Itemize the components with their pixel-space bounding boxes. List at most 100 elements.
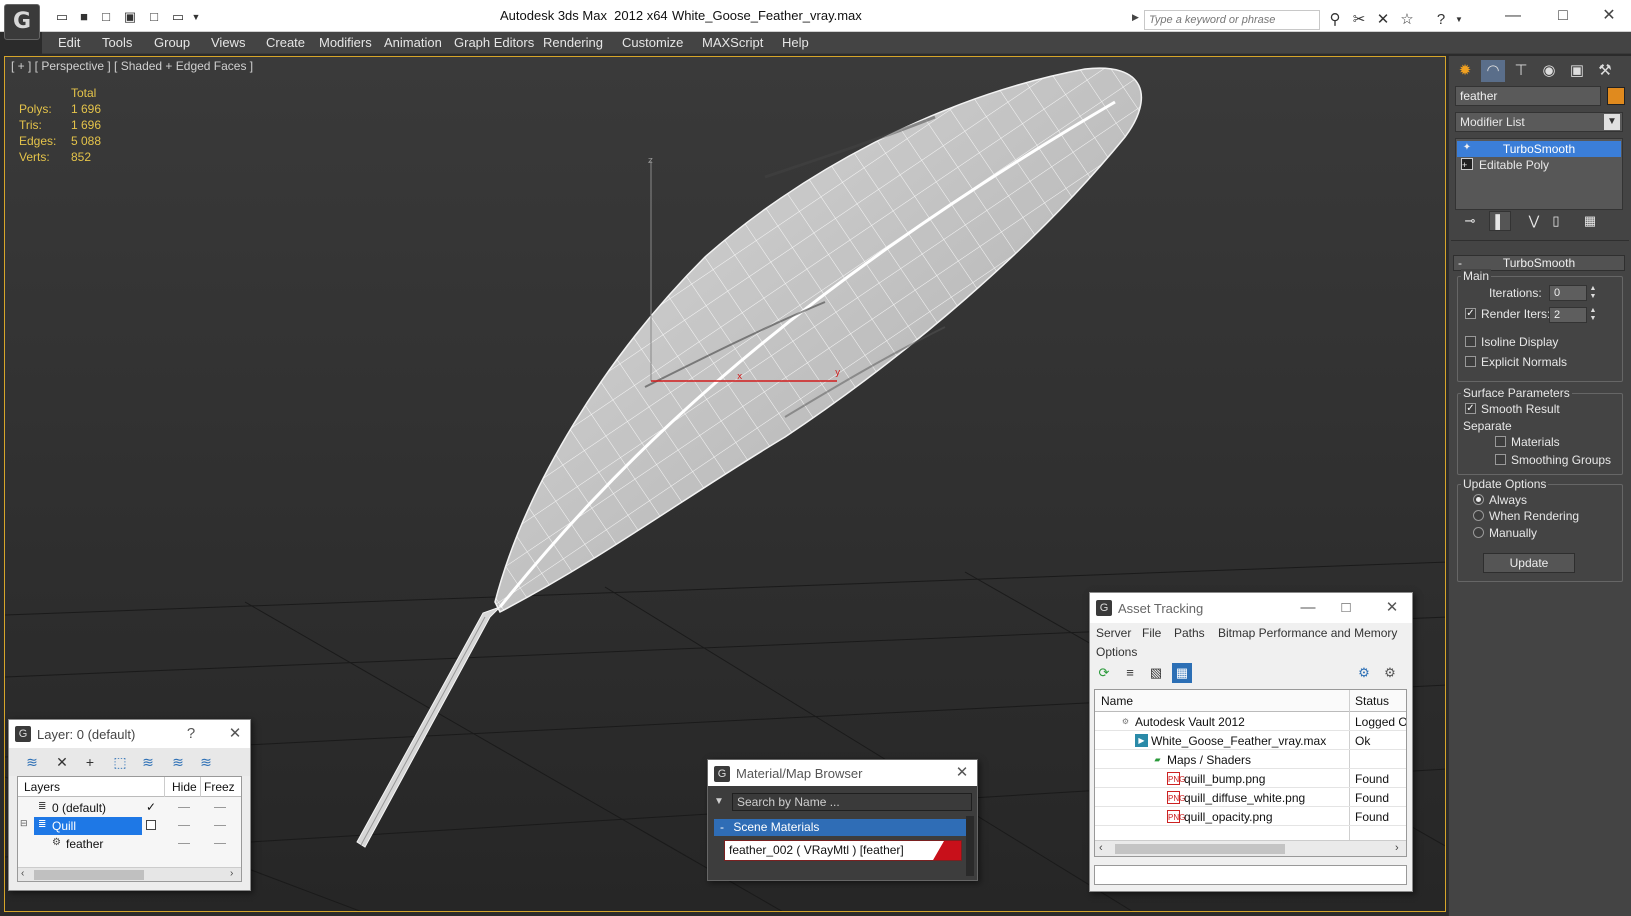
smooth-result-checkbox[interactable]: ✓: [1465, 403, 1476, 414]
app-logo-icon[interactable]: G: [4, 4, 40, 40]
motion-tab-icon[interactable]: ◉: [1537, 60, 1561, 82]
menu-tools[interactable]: Tools: [102, 35, 132, 50]
menu-maxscript[interactable]: MAXScript: [702, 35, 763, 50]
scrollbar-thumb[interactable]: [34, 870, 144, 880]
asset-tracking-titlebar[interactable]: G Asset Tracking — □ ✕: [1090, 593, 1412, 623]
scroll-right-icon[interactable]: ›: [1395, 842, 1399, 854]
always-radio[interactable]: [1473, 494, 1484, 505]
iterations-spinner[interactable]: 0: [1549, 285, 1587, 301]
object-color-swatch[interactable]: [1607, 87, 1625, 105]
scroll-left-icon[interactable]: ‹: [1099, 842, 1103, 854]
material-item[interactable]: feather_002 ( VRayMtl ) [feather]: [724, 840, 962, 861]
remove-modifier-icon[interactable]: ▯: [1545, 211, 1567, 231]
create-tab-icon[interactable]: ✹: [1453, 60, 1477, 82]
scrollbar-thumb[interactable]: [1115, 844, 1285, 854]
create-layer-icon[interactable]: ≋: [21, 752, 43, 772]
menu-group[interactable]: Group: [154, 35, 190, 50]
asset-row-vault[interactable]: ⚙ Autodesk Vault 2012 Logged Ou: [1095, 712, 1406, 731]
menu-options[interactable]: Options: [1096, 645, 1137, 659]
thumbnail-view-icon[interactable]: ▧: [1146, 663, 1166, 683]
column-status[interactable]: Status: [1355, 694, 1389, 708]
search-expand-icon[interactable]: ▶: [1132, 12, 1139, 23]
stack-item-editable-poly[interactable]: + Editable Poly: [1457, 157, 1621, 173]
asset-row-quill-bump[interactable]: PNG quill_bump.png Found: [1095, 769, 1406, 788]
scroll-right-icon[interactable]: ›: [230, 868, 233, 879]
help-dropdown-icon[interactable]: ▼: [1448, 10, 1470, 30]
menu-edit[interactable]: Edit: [58, 35, 80, 50]
menu-server[interactable]: Server: [1096, 626, 1131, 640]
close-icon[interactable]: ✕: [1380, 598, 1404, 618]
exchange-icon[interactable]: ✕: [1372, 10, 1394, 30]
explicit-normals-checkbox[interactable]: [1465, 356, 1476, 367]
new-scene-icon[interactable]: □: [96, 8, 116, 26]
object-name-field[interactable]: feather: [1455, 86, 1601, 106]
render-iters-spinner[interactable]: 2: [1549, 307, 1587, 323]
modifier-list-dropdown[interactable]: Modifier List ▼: [1455, 112, 1623, 132]
maximize-icon[interactable]: □: [1334, 598, 1358, 618]
vault-icon[interactable]: ⚙: [1354, 663, 1374, 683]
minimize-icon[interactable]: —: [1498, 6, 1528, 26]
modify-tab-icon[interactable]: ◠: [1481, 60, 1505, 82]
browser-options-dropdown-icon[interactable]: ▼: [714, 796, 724, 807]
light-bulb-icon[interactable]: ✦: [1461, 142, 1473, 154]
asset-row-scene-file[interactable]: ▶ White_Goose_Feather_vray.max Ok: [1095, 731, 1406, 750]
refresh-icon[interactable]: ⟳: [1094, 663, 1114, 683]
material-search-input[interactable]: Search by Name ...: [732, 793, 972, 811]
tools-icon[interactable]: ✂: [1348, 10, 1370, 30]
isoline-display-checkbox[interactable]: [1465, 336, 1476, 347]
asset-horizontal-scrollbar[interactable]: ‹ ›: [1095, 840, 1406, 856]
scroll-left-icon[interactable]: ‹: [21, 868, 24, 879]
collapse-minus-icon[interactable]: ⊟: [20, 818, 32, 830]
binoculars-icon[interactable]: ⚲: [1324, 10, 1346, 30]
hide-all-layers-icon[interactable]: ≋: [167, 752, 189, 772]
menu-help[interactable]: Help: [782, 35, 809, 50]
minimize-icon[interactable]: —: [1296, 598, 1320, 618]
chevron-down-icon[interactable]: ▼: [1604, 114, 1620, 130]
redo-icon[interactable]: ▭: [168, 8, 188, 26]
column-hide[interactable]: Hide: [172, 780, 197, 794]
menu-graph-editors[interactable]: Graph Editors: [454, 35, 534, 50]
undo-icon[interactable]: □: [144, 8, 164, 26]
add-to-layer-icon[interactable]: +: [79, 752, 101, 772]
utilities-tab-icon[interactable]: ⚒: [1593, 60, 1617, 82]
hold-icon[interactable]: ▣: [120, 8, 140, 26]
active-layer-check-icon[interactable]: ✓: [146, 800, 156, 814]
column-layers[interactable]: Layers: [24, 780, 60, 794]
save-icon[interactable]: ■: [74, 8, 94, 26]
close-icon[interactable]: ✕: [950, 763, 974, 783]
layer-horizontal-scrollbar[interactable]: ‹ ›: [18, 867, 241, 881]
manually-radio[interactable]: [1473, 527, 1484, 538]
material-browser-scrollbar[interactable]: [966, 816, 974, 876]
menu-file[interactable]: File: [1142, 626, 1161, 640]
layer-window-titlebar[interactable]: G Layer: 0 (default) ? ✕: [9, 720, 250, 748]
materials-checkbox[interactable]: [1495, 436, 1506, 447]
layer-row-quill[interactable]: ⊟ ≣ Quill: [18, 817, 241, 835]
help-icon[interactable]: ?: [179, 724, 203, 744]
layer-row-default[interactable]: ≣ 0 (default) ✓: [18, 799, 241, 817]
favorites-star-icon[interactable]: ☆: [1396, 10, 1418, 30]
stack-item-turbosmooth[interactable]: ✦ TurboSmooth: [1457, 141, 1621, 157]
iterations-spinner-arrows[interactable]: ▲ ▼: [1589, 285, 1597, 301]
expand-plus-icon[interactable]: +: [1461, 158, 1473, 170]
menu-paths[interactable]: Paths: [1174, 626, 1205, 640]
column-name[interactable]: Name: [1101, 694, 1133, 708]
display-tab-icon[interactable]: ▣: [1565, 60, 1589, 82]
open-file-icon[interactable]: ▭: [52, 8, 72, 26]
table-view-icon[interactable]: ▦: [1172, 663, 1192, 683]
viewport-label[interactable]: [ + ] [ Perspective ] [ Shaded + Edged F…: [11, 59, 253, 73]
select-layer-icon[interactable]: ≋: [137, 752, 159, 772]
vault-settings-icon[interactable]: ⚙: [1380, 663, 1400, 683]
material-browser-titlebar[interactable]: G Material/Map Browser ✕: [708, 760, 977, 786]
maximize-icon[interactable]: □: [1548, 6, 1578, 26]
layer-row-feather[interactable]: ⚙ feather: [18, 835, 241, 853]
search-input[interactable]: Type a keyword or phrase: [1144, 10, 1320, 30]
menu-modifiers[interactable]: Modifiers: [319, 35, 372, 50]
delete-layer-icon[interactable]: ✕: [51, 752, 73, 772]
menu-rendering[interactable]: Rendering: [543, 35, 603, 50]
when-rendering-radio[interactable]: [1473, 510, 1484, 521]
freeze-all-layers-icon[interactable]: ≋: [195, 752, 217, 772]
pin-stack-icon[interactable]: ⊸: [1459, 211, 1481, 231]
menu-customize[interactable]: Customize: [622, 35, 683, 50]
set-active-checkbox[interactable]: [146, 820, 156, 830]
close-icon[interactable]: ✕: [223, 724, 247, 744]
